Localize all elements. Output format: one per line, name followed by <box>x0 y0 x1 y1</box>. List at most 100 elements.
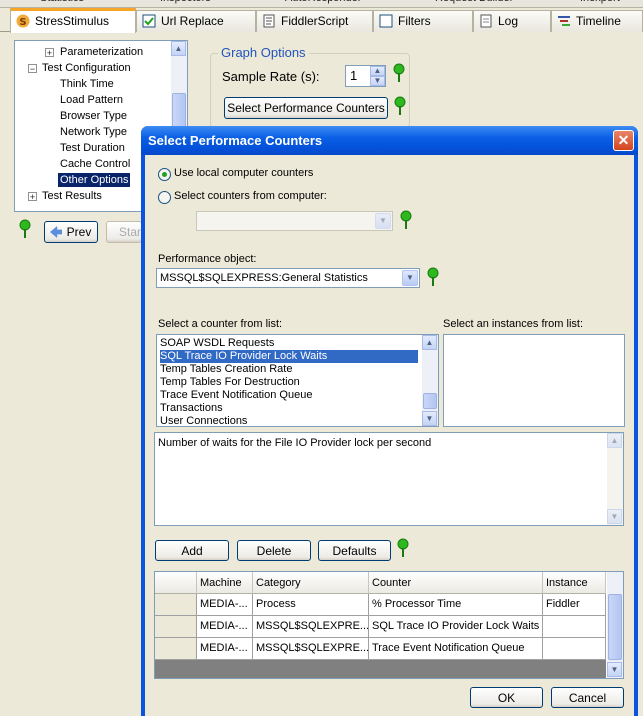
tab-autoresponder[interactable]: AutoResponder <box>285 0 361 7</box>
table-cell[interactable] <box>543 616 606 638</box>
add-button[interactable]: Add <box>155 540 229 561</box>
tab-label: Log <box>498 14 519 28</box>
tab-request-builder[interactable]: Request Builder <box>435 0 513 7</box>
scroll-up-icon[interactable]: ▲ <box>171 41 186 56</box>
table-cell[interactable]: MEDIA-... <box>197 638 253 660</box>
table-cell[interactable]: Process <box>253 594 369 616</box>
table-cell[interactable]: SQL Trace IO Provider Lock Waits <box>369 616 543 638</box>
list-item[interactable]: SOAP WSDL Requests <box>160 337 274 350</box>
table-cell[interactable] <box>543 638 606 660</box>
list-item[interactable]: User Connections <box>160 415 247 428</box>
list-item[interactable]: Temp Tables Creation Rate <box>160 363 292 376</box>
expand-icon[interactable]: + <box>45 48 54 58</box>
column-header-counter[interactable]: Counter <box>369 572 543 594</box>
pin-icon <box>394 96 406 115</box>
ok-button[interactable]: OK <box>470 687 543 708</box>
counter-list[interactable]: SOAP WSDL Requests SQL Trace IO Provider… <box>156 334 439 427</box>
grid-scrollbar[interactable]: ▼ <box>607 572 623 678</box>
tree-item-think-time[interactable]: Think Time <box>60 77 114 91</box>
tab-log[interactable]: Log <box>473 10 551 32</box>
scroll-up-icon[interactable]: ▲ <box>607 433 622 448</box>
tab-stresstimulus[interactable]: S StresStimulus <box>10 8 136 33</box>
tab-inspectors[interactable]: Inspectors <box>160 0 211 7</box>
timeline-icon <box>558 16 570 26</box>
tree-item-other-options[interactable]: Other Options <box>58 173 131 187</box>
tab-inexpert[interactable]: Inexpert <box>580 0 620 7</box>
scroll-thumb[interactable] <box>608 594 622 660</box>
tree-item-parameterization[interactable]: Parameterization <box>60 45 143 59</box>
tab-label: Timeline <box>576 14 621 28</box>
selected-counters-grid[interactable]: Machine Category Counter Instance MEDIA-… <box>154 571 624 679</box>
stresstimulus-logo-icon: S <box>16 14 30 28</box>
column-header-category[interactable]: Category <box>253 572 369 594</box>
table-cell[interactable]: MSSQL$SQLEXPRE... <box>253 616 369 638</box>
column-header-machine[interactable]: Machine <box>197 572 253 594</box>
upper-tab-strip: Statistics Inspectors AutoResponder Requ… <box>0 0 643 8</box>
spin-up-icon[interactable]: ▲ <box>370 66 385 76</box>
tree-item-network-type[interactable]: Network Type <box>60 125 127 139</box>
pin-icon <box>393 63 405 82</box>
table-cell[interactable]: MEDIA-... <box>197 594 253 616</box>
row-header[interactable] <box>155 638 197 660</box>
tab-filters[interactable]: Filters <box>373 10 473 32</box>
tree-item-cache-control[interactable]: Cache Control <box>60 157 130 171</box>
chevron-down-icon[interactable]: ▼ <box>402 270 418 286</box>
description-scrollbar[interactable]: ▲ ▼ <box>607 433 623 525</box>
counter-list-label: Select a counter from list: <box>158 318 283 330</box>
dialog-title-bar[interactable]: Select Performace Counters <box>141 126 638 155</box>
expand-icon[interactable]: + <box>28 192 37 202</box>
table-cell[interactable]: Trace Event Notification Queue <box>369 638 543 660</box>
tab-statistics[interactable]: Statistics <box>40 0 84 7</box>
scroll-down-icon[interactable]: ▼ <box>607 662 622 677</box>
sample-rate-label: Sample Rate (s): <box>222 69 320 84</box>
tree-item-test-configuration[interactable]: Test Configuration <box>42 61 131 75</box>
performance-object-select[interactable]: MSSQL$SQLEXPRESS:General Statistics ▼ <box>156 268 420 288</box>
defaults-button[interactable]: Defaults <box>318 540 391 561</box>
pin-icon <box>427 267 439 286</box>
close-icon[interactable]: ✕ <box>613 130 634 151</box>
sample-rate-spinner[interactable]: 1 ▲ ▼ <box>345 65 386 87</box>
tree-item-browser-type[interactable]: Browser Type <box>60 109 127 123</box>
svg-text:S: S <box>19 17 26 28</box>
radio-remote-counters[interactable] <box>158 191 171 204</box>
collapse-icon[interactable]: − <box>28 64 37 74</box>
delete-button[interactable]: Delete <box>237 540 311 561</box>
radio-remote-label: Select counters from computer: <box>174 190 327 202</box>
radio-local-counters[interactable] <box>158 168 171 181</box>
table-cell[interactable]: MEDIA-... <box>197 616 253 638</box>
start-button[interactable]: Start <box>106 221 142 243</box>
list-item[interactable]: Trace Event Notification Queue <box>160 389 312 402</box>
tab-label: FiddlerScript <box>281 14 349 28</box>
cancel-button[interactable]: Cancel <box>551 687 624 708</box>
tab-fiddlerscript[interactable]: FiddlerScript <box>256 10 373 32</box>
tab-timeline[interactable]: Timeline <box>551 10 643 32</box>
list-item[interactable]: Transactions <box>160 402 223 415</box>
counter-list-scrollbar[interactable]: ▲ ▼ <box>422 335 438 426</box>
instances-list-label: Select an instances from list: <box>443 318 584 330</box>
scroll-down-icon[interactable]: ▼ <box>422 411 437 426</box>
scroll-thumb[interactable] <box>423 393 437 409</box>
tab-url-replace[interactable]: Url Replace <box>136 10 256 32</box>
table-cell[interactable]: Fiddler <box>543 594 606 616</box>
list-item-selected[interactable]: SQL Trace IO Provider Lock Waits <box>160 350 418 363</box>
tree-item-test-duration[interactable]: Test Duration <box>60 141 125 155</box>
column-header-instance[interactable]: Instance <box>543 572 606 594</box>
computer-select[interactable]: ▼ <box>196 211 393 231</box>
table-cell[interactable]: MSSQL$SQLEXPRE... <box>253 638 369 660</box>
perf-object-label: Performance object: <box>158 253 257 265</box>
dialog-title: Select Performace Counters <box>148 133 323 148</box>
button-label: Select Performance Counters <box>227 101 385 115</box>
table-cell[interactable]: % Processor Time <box>369 594 543 616</box>
chevron-down-icon[interactable]: ▼ <box>375 213 391 229</box>
row-header[interactable] <box>155 616 197 638</box>
select-performance-counters-button[interactable]: Select Performance Counters <box>224 97 388 119</box>
instances-list[interactable] <box>443 334 625 427</box>
prev-button[interactable]: Prev <box>44 221 98 243</box>
tree-item-test-results[interactable]: Test Results <box>42 189 102 203</box>
row-header[interactable] <box>155 594 197 616</box>
scroll-down-icon[interactable]: ▼ <box>607 509 622 524</box>
scroll-up-icon[interactable]: ▲ <box>422 335 437 350</box>
list-item[interactable]: Temp Tables For Destruction <box>160 376 300 389</box>
spin-down-icon[interactable]: ▼ <box>370 76 385 86</box>
tree-item-load-pattern[interactable]: Load Pattern <box>60 93 123 107</box>
